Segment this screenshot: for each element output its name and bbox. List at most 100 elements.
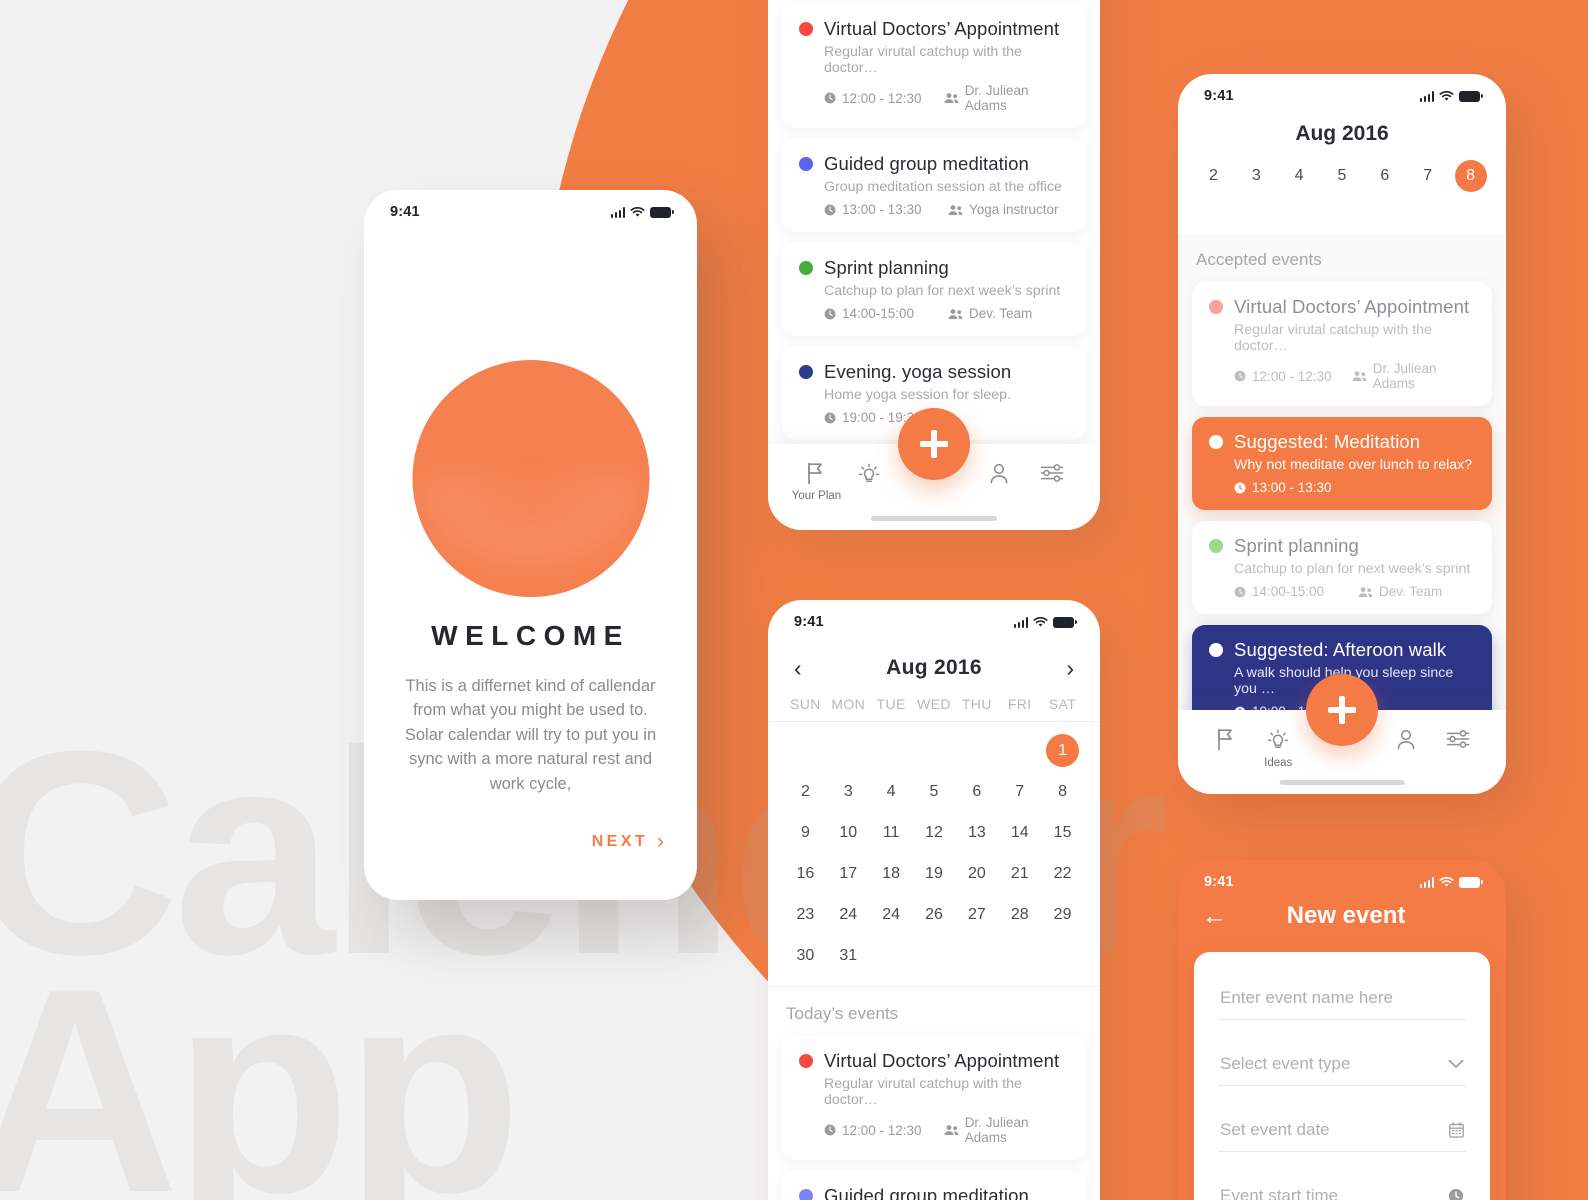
calendar-cell[interactable]: 7 [998, 773, 1041, 810]
people-icon [1358, 586, 1373, 598]
event-title: Virtual Doctors’ Appointment [1234, 296, 1470, 317]
calendar-cell[interactable]: 24 [870, 896, 913, 933]
event-description: Group meditation session at the office [824, 179, 1062, 195]
clock-icon [824, 308, 836, 320]
list-item[interactable]: Virtual Doctors’ Appointment Regular vir… [782, 1036, 1086, 1160]
calendar-cell[interactable]: 16 [784, 855, 827, 892]
calendar-cell[interactable]: 11 [870, 814, 913, 851]
suggested-event-card[interactable]: Suggested: Meditation Why not meditate o… [1192, 417, 1492, 510]
people-icon [944, 1124, 959, 1136]
calendar-cell[interactable]: 29 [1041, 896, 1084, 933]
event-people-text: Dev. Team [1379, 584, 1443, 599]
nav-item-ideas-label: Ideas [1264, 757, 1293, 769]
agenda-screen-phone: Virtual Doctors’ Appointment Regular vir… [768, 0, 1100, 530]
nav-item-profile[interactable] [972, 462, 1025, 485]
week-day[interactable]: 2 [1192, 160, 1235, 192]
event-type-select[interactable]: Select event type [1218, 1048, 1466, 1086]
person-icon [1395, 728, 1417, 751]
list-item[interactable]: Virtual Doctors’ Appointment Regular vir… [1192, 282, 1492, 406]
calendar-cell-selected[interactable]: 1 [1041, 732, 1084, 769]
calendar-cell[interactable]: 19 [913, 855, 956, 892]
week-day[interactable]: 6 [1363, 160, 1406, 192]
cellular-signal-icon [610, 206, 625, 218]
event-people-text: Dev. Team [969, 306, 1033, 321]
week-day-selected[interactable]: 8 [1449, 160, 1492, 192]
list-item[interactable]: Guided group meditation Group meditation… [782, 1171, 1086, 1200]
calendar-cell[interactable]: 14 [998, 814, 1041, 851]
next-button-label: NEXT [591, 832, 648, 850]
calendar-cell[interactable]: 6 [955, 773, 998, 810]
calendar-cell[interactable]: 13 [955, 814, 998, 851]
week-day[interactable]: 4 [1278, 160, 1321, 192]
event-people-text: Dr. Juliean Adams [964, 1115, 1029, 1145]
prev-month-button[interactable]: ‹ [794, 656, 802, 680]
event-name-field[interactable]: Enter event name here [1218, 982, 1466, 1020]
calendar-cell[interactable]: 4 [870, 773, 913, 810]
todays-events-section: Today’s events Virtual Doctors’ Appointm… [768, 986, 1100, 1200]
event-date-field[interactable]: Set event date [1218, 1114, 1466, 1152]
nav-item-ideas[interactable]: Ideas [1252, 728, 1304, 769]
calendar-cell[interactable]: 9 [784, 814, 827, 851]
list-item[interactable]: Sprint planning Catchup to plan for next… [782, 243, 1086, 336]
flag-icon [805, 462, 827, 485]
next-month-button[interactable]: › [1066, 656, 1074, 680]
calendar-cell[interactable]: 17 [827, 855, 870, 892]
people-icon [948, 308, 963, 320]
event-people: Dr. Juliean Adams [944, 1115, 1069, 1145]
add-event-fab[interactable] [898, 408, 970, 480]
week-day[interactable]: 3 [1235, 160, 1278, 192]
calendar-cell[interactable]: 30 [784, 937, 827, 974]
event-time: 13:00 - 13:30 [824, 202, 948, 217]
calendar-cell[interactable]: 23 [784, 896, 827, 933]
event-people-text: Dr. Juliean Adams [1372, 361, 1437, 391]
calendar-cell[interactable]: 28 [998, 896, 1041, 933]
nav-item-profile[interactable] [1380, 728, 1432, 751]
list-item[interactable]: Virtual Doctors’ Appointment Regular vir… [782, 4, 1086, 128]
cellular-signal-icon [1013, 616, 1028, 628]
sliders-icon [1446, 728, 1470, 750]
calendar-cell-label: 6 [972, 782, 982, 800]
welcome-screen-phone: 9:41 WELCOME This is a differnet kind of… [364, 190, 697, 900]
list-item[interactable]: Guided group meditation Group meditation… [782, 139, 1086, 232]
add-event-fab[interactable] [1306, 674, 1378, 746]
calendar-cell[interactable]: 2 [784, 773, 827, 810]
calendar-cell[interactable]: 26 [913, 896, 956, 933]
nav-item-settings[interactable] [1432, 728, 1484, 750]
calendar-cell[interactable]: 12 [913, 814, 956, 851]
event-time-text: 13:00 - 13:30 [842, 202, 922, 217]
calendar-cell[interactable]: 3 [827, 773, 870, 810]
event-name-placeholder: Enter event name here [1220, 988, 1393, 1007]
event-people: Dr. Juliean Adams [1352, 361, 1475, 391]
ideas-screen-phone: 9:41 Aug 2016 2 3 4 5 6 7 8 Accepted eve… [1178, 74, 1506, 794]
event-color-dot [799, 157, 813, 171]
calendar-cell[interactable]: 24 [827, 896, 870, 933]
calendar-cell[interactable]: 22 [1041, 855, 1084, 892]
calendar-cell[interactable]: 20 [955, 855, 998, 892]
bottom-navigation: Ideas [1178, 674, 1506, 794]
next-button[interactable]: NEXT › [592, 831, 664, 852]
week-month-title: Aug 2016 [1295, 122, 1389, 145]
nav-item-your-plan[interactable] [1200, 728, 1252, 751]
calendar-cell[interactable]: 21 [998, 855, 1041, 892]
calendar-cell[interactable]: 10 [827, 814, 870, 851]
week-day[interactable]: 7 [1406, 160, 1449, 192]
event-meta: 12:00 - 12:30 Dr. Juliean Adams [1234, 361, 1475, 391]
calendar-cell-label: 8 [1058, 782, 1068, 800]
calendar-cell[interactable]: 8 [1041, 773, 1084, 810]
calendar-cell[interactable]: 31 [827, 937, 870, 974]
event-description: Home yoga session for sleep. [824, 387, 1011, 403]
nav-item-your-plan[interactable]: Your Plan [790, 462, 843, 502]
week-day[interactable]: 5 [1321, 160, 1364, 192]
calendar-cell-label: 22 [1053, 864, 1072, 882]
calendar-cell[interactable]: 18 [870, 855, 913, 892]
calendar-cell[interactable]: 27 [955, 896, 998, 933]
calendar-month-title: Aug 2016 [886, 656, 982, 679]
event-start-time-field[interactable]: Event start time [1218, 1180, 1466, 1200]
event-header: Guided group meditation [799, 153, 1069, 175]
flag-icon [1215, 728, 1237, 751]
calendar-cell[interactable]: 15 [1041, 814, 1084, 851]
nav-item-settings[interactable] [1025, 462, 1078, 484]
calendar-cell[interactable]: 5 [913, 773, 956, 810]
nav-item-ideas[interactable] [843, 462, 896, 486]
list-item[interactable]: Sprint planning Catchup to plan for next… [1192, 521, 1492, 614]
